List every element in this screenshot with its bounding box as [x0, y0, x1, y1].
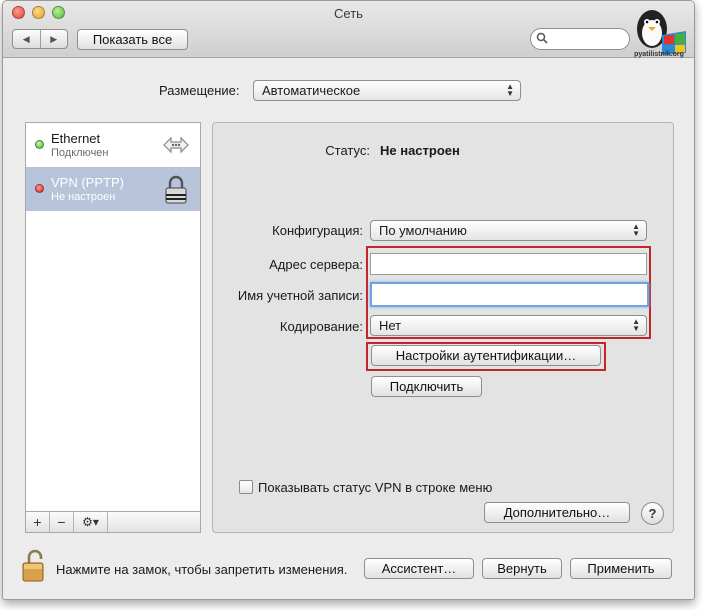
- service-item-vpn[interactable]: VPN (PPTP) Не настроен: [26, 167, 200, 211]
- network-preferences-window: Сеть ◀ ▶ Показать все Размещение: Автома…: [2, 0, 695, 600]
- show-all-button[interactable]: Показать все: [77, 29, 188, 50]
- server-address-label: Адрес сервера:: [269, 257, 363, 272]
- authentication-settings-button[interactable]: Настройки аутентификации…: [371, 345, 601, 366]
- lock-hint-text: Нажмите на замок, чтобы запретить измене…: [56, 562, 348, 577]
- advanced-button[interactable]: Дополнительно…: [484, 502, 630, 523]
- window-title: Сеть: [334, 6, 363, 21]
- status-label: Статус:: [325, 143, 370, 158]
- location-label: Размещение:: [159, 83, 240, 98]
- popup-arrows-icon: ▲ ▼: [632, 222, 640, 238]
- assistant-button[interactable]: Ассистент…: [364, 558, 474, 579]
- service-status: Не настроен: [51, 191, 116, 203]
- revert-button[interactable]: Вернуть: [482, 558, 562, 579]
- popup-arrows-icon: ▲ ▼: [632, 317, 640, 333]
- open-lock-icon[interactable]: [21, 549, 47, 583]
- location-value: Автоматическое: [262, 83, 361, 98]
- forward-button[interactable]: ▶: [39, 30, 68, 48]
- back-button[interactable]: ◀: [13, 30, 40, 48]
- ethernet-icon: [163, 136, 189, 154]
- search-input[interactable]: [530, 28, 630, 50]
- encryption-label: Кодирование:: [279, 319, 363, 334]
- status-indicator-red: [35, 184, 44, 193]
- service-list-toolbar: + − ⚙▾: [25, 511, 201, 533]
- gear-menu-button[interactable]: ⚙▾: [74, 512, 108, 532]
- service-item-ethernet[interactable]: Ethernet Подключен: [26, 123, 200, 167]
- account-name-label: Имя учетной записи:: [237, 288, 363, 303]
- show-vpn-status-label: Показывать статус VPN в строке меню: [258, 480, 493, 495]
- show-vpn-status-checkbox[interactable]: [239, 480, 253, 494]
- connect-button[interactable]: Подключить: [371, 376, 482, 397]
- location-popup[interactable]: Автоматическое ▲ ▼: [253, 80, 521, 101]
- logo-text: pyatilistnik.org: [634, 51, 684, 58]
- status-value: Не настроен: [380, 143, 460, 158]
- add-service-button[interactable]: +: [26, 512, 50, 532]
- encryption-value: Нет: [379, 318, 402, 333]
- service-name: VPN (PPTP): [51, 175, 124, 190]
- navigation-buttons: ◀ ▶: [12, 29, 68, 49]
- configuration-value: По умолчанию: [379, 223, 467, 238]
- search-icon: [536, 32, 548, 47]
- service-status: Подключен: [51, 147, 109, 159]
- service-list: Ethernet Подключен VPN (PPTP) Не настрое…: [25, 122, 201, 533]
- apply-button[interactable]: Применить: [570, 558, 672, 579]
- server-address-field[interactable]: [370, 253, 647, 275]
- lock-icon: [165, 175, 187, 204]
- title-bar: Сеть ◀ ▶ Показать все: [3, 1, 694, 58]
- remove-service-button[interactable]: −: [50, 512, 74, 532]
- configuration-popup[interactable]: По умолчанию ▲ ▼: [370, 220, 647, 241]
- account-name-field[interactable]: [370, 282, 649, 307]
- status-indicator-green: [35, 140, 44, 149]
- encryption-popup[interactable]: Нет ▲ ▼: [370, 315, 647, 336]
- service-name: Ethernet: [51, 131, 101, 146]
- popup-arrows-icon: ▲ ▼: [506, 82, 514, 98]
- help-button[interactable]: ?: [641, 502, 664, 525]
- configuration-label: Конфигурация:: [272, 223, 363, 238]
